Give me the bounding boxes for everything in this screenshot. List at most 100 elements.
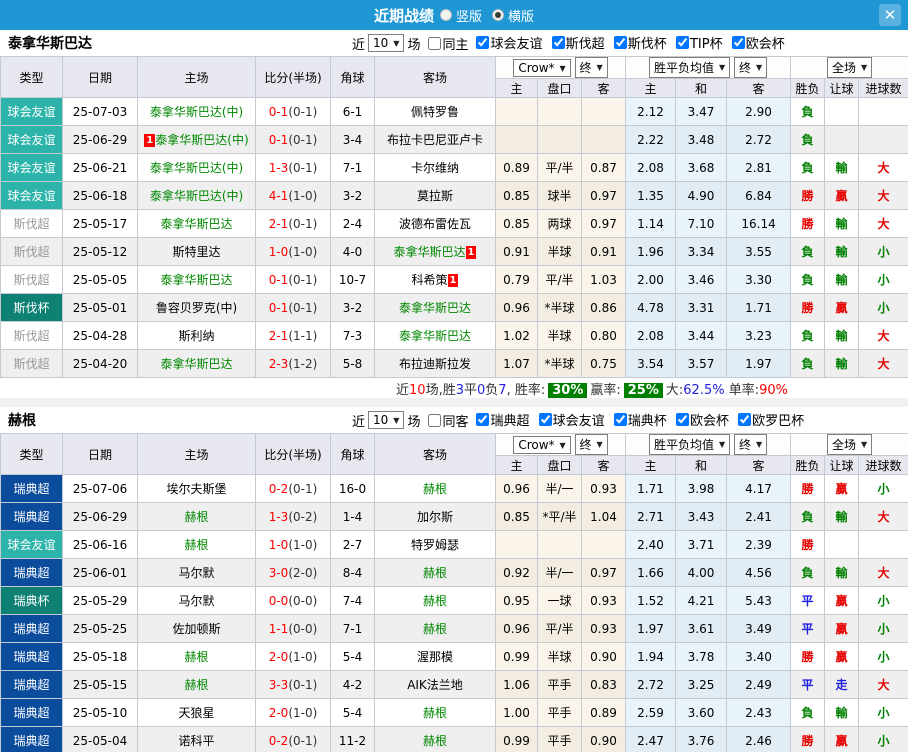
result-cell: 勝 [791, 531, 825, 559]
same-side-filter[interactable]: 同客 [423, 411, 468, 430]
match-type-cell: 球会友谊 [1, 98, 63, 126]
match-count-select[interactable]: 10 ▼ [368, 34, 404, 52]
league-filter[interactable]: 球会友谊 [471, 33, 542, 52]
league-filter[interactable]: TIP杯 [671, 33, 723, 52]
avg-draw-odds-cell: 3.60 [676, 699, 727, 727]
handicap-result-cell: 贏 [825, 727, 859, 752]
col-type: 类型 [1, 57, 63, 98]
close-button[interactable]: ✕ [879, 4, 901, 26]
home-team-name: 诺科平 [178, 734, 214, 748]
away-team-cell: 泰拿华斯巴达 [375, 322, 496, 350]
league-checkbox[interactable] [476, 413, 489, 426]
subcol-goals-total: 进球数 [859, 456, 908, 475]
filter-controls: 近 10 ▼ 场 同主 球会友谊 斯伐超 斯伐杯 TIP杯 [352, 30, 785, 56]
subcol-avg-away: 客 [727, 456, 791, 475]
league-filter[interactable]: 欧会杯 [671, 410, 729, 429]
match-count-select[interactable]: 10 ▼ [368, 411, 404, 429]
radio-horizontal-icon[interactable] [492, 9, 504, 21]
same-side-filter[interactable]: 同主 [423, 34, 468, 53]
goals-total-cell: 大 [859, 671, 908, 699]
date-cell: 25-06-21 [63, 154, 138, 182]
radio-horizontal-layout[interactable]: 横版 [492, 6, 534, 25]
home-team-cell: 马尔默 [138, 559, 256, 587]
league-checkbox[interactable] [676, 413, 689, 426]
crown-away-odds-cell [582, 126, 626, 154]
final-odds-value-1: 终 [580, 436, 592, 453]
handicap-result-cell: 走 [825, 671, 859, 699]
avg-draw-odds-cell: 4.90 [676, 182, 727, 210]
halftime-score: (0-2) [288, 510, 317, 524]
chevron-down-icon: ▼ [560, 441, 566, 450]
final-odds-select-2[interactable]: 终▼ [734, 434, 767, 455]
results-table: 类型 日期 主场 比分(半场) 角球 客场 Crow*▼ 终▼ 胜平负均值▼ 终… [0, 56, 908, 378]
halftime-score: (0-1) [288, 301, 317, 315]
handicap-result-cell: 輸 [825, 322, 859, 350]
chevron-down-icon: ▼ [756, 440, 762, 449]
league-checkbox[interactable] [539, 413, 552, 426]
league-checkbox[interactable] [732, 36, 745, 49]
score-cell: 1-0(1-0) [256, 531, 331, 559]
avg-odds-select[interactable]: 胜平负均值▼ [649, 434, 730, 455]
league-checkbox[interactable] [614, 36, 627, 49]
crown-away-odds-cell: 0.80 [582, 322, 626, 350]
odds-source-select[interactable]: Crow*▼ [513, 59, 570, 77]
crown-home-odds-cell: 0.96 [496, 294, 538, 322]
handicap-result-cell: 輸 [825, 350, 859, 378]
league-checkbox[interactable] [552, 36, 565, 49]
handicap-cell: 半球 [538, 643, 582, 671]
avg-home-odds-cell: 2.12 [626, 98, 676, 126]
avg-away-odds-cell: 4.17 [727, 475, 791, 503]
avg-draw-odds-cell: 7.10 [676, 210, 727, 238]
full-match-select[interactable]: 全场▼ [827, 434, 872, 455]
corner-cell: 5-4 [331, 643, 375, 671]
league-filter[interactable]: 瑞典杯 [609, 410, 667, 429]
avg-away-odds-cell: 2.81 [727, 154, 791, 182]
league-filter[interactable]: 欧会杯 [727, 33, 785, 52]
fulltime-score: 0-0 [269, 594, 289, 608]
titlebar: 近期战绩 竖版 横版 ✕ [0, 0, 908, 30]
same-side-checkbox[interactable] [428, 414, 441, 427]
home-team-cell: 泰拿华斯巴达(中) [138, 154, 256, 182]
radio-vertical-icon[interactable] [440, 9, 452, 21]
chevron-down-icon: ▼ [719, 440, 725, 449]
table-row: 瑞典超 25-05-04 诺科平 0-2(0-1) 11-2 赫根 0.99 平… [1, 727, 908, 752]
table-row: 球会友谊 25-06-21 泰拿华斯巴达(中) 1-3(0-1) 7-1 卡尔维… [1, 154, 908, 182]
league-filter[interactable]: 瑞典超 [471, 410, 529, 429]
full-match-group: 全场▼ [791, 57, 908, 79]
results-body: 球会友谊 25-07-03 泰拿华斯巴达(中) 0-1(0-1) 6-1 佩特罗… [1, 98, 908, 378]
avg-home-odds-cell: 1.66 [626, 559, 676, 587]
league-checkbox[interactable] [614, 413, 627, 426]
league-checkbox[interactable] [676, 36, 689, 49]
away-team-cell: AIK法兰地 [375, 671, 496, 699]
league-filter[interactable]: 斯伐超 [547, 33, 605, 52]
crown-away-odds-cell: 0.97 [582, 559, 626, 587]
league-filter[interactable]: 斯伐杯 [609, 33, 667, 52]
match-type-cell: 球会友谊 [1, 126, 63, 154]
league-filter[interactable]: 球会友谊 [534, 410, 605, 429]
team-bar: 赫根 近 10 ▼ 场 同客 瑞典超 球会友谊 瑞典杯 欧会杯 [0, 407, 908, 433]
avg-draw-odds-cell: 3.48 [676, 126, 727, 154]
league-checkbox[interactable] [738, 413, 751, 426]
halftime-score: (0-1) [288, 482, 317, 496]
handicap-cell [538, 98, 582, 126]
league-checkbox[interactable] [476, 36, 489, 49]
final-odds-select-1[interactable]: 终▼ [575, 434, 608, 455]
handicap-result-cell: 贏 [825, 643, 859, 671]
full-match-select[interactable]: 全场▼ [827, 57, 872, 78]
col-score: 比分(半场) [256, 434, 331, 475]
radio-vertical-layout[interactable]: 竖版 [440, 6, 482, 25]
home-team-cell: 赫根 [138, 503, 256, 531]
league-filter[interactable]: 欧罗巴杯 [733, 410, 804, 429]
avg-draw-odds-cell: 3.78 [676, 643, 727, 671]
league-label: 瑞典杯 [628, 410, 667, 429]
subcol-crown-home: 主 [496, 79, 538, 98]
handicap-result-cell: 輸 [825, 699, 859, 727]
avg-odds-select[interactable]: 胜平负均值▼ [649, 57, 730, 78]
final-odds-select-1[interactable]: 终▼ [575, 57, 608, 78]
home-team-cell: 埃尔夫斯堡 [138, 475, 256, 503]
final-odds-select-2[interactable]: 终▼ [734, 57, 767, 78]
same-side-checkbox[interactable] [428, 37, 441, 50]
odds-source-select[interactable]: Crow*▼ [513, 436, 570, 454]
home-team-name: 泰拿华斯巴达(中) [150, 105, 243, 119]
handicap-result-cell: 贏 [825, 182, 859, 210]
